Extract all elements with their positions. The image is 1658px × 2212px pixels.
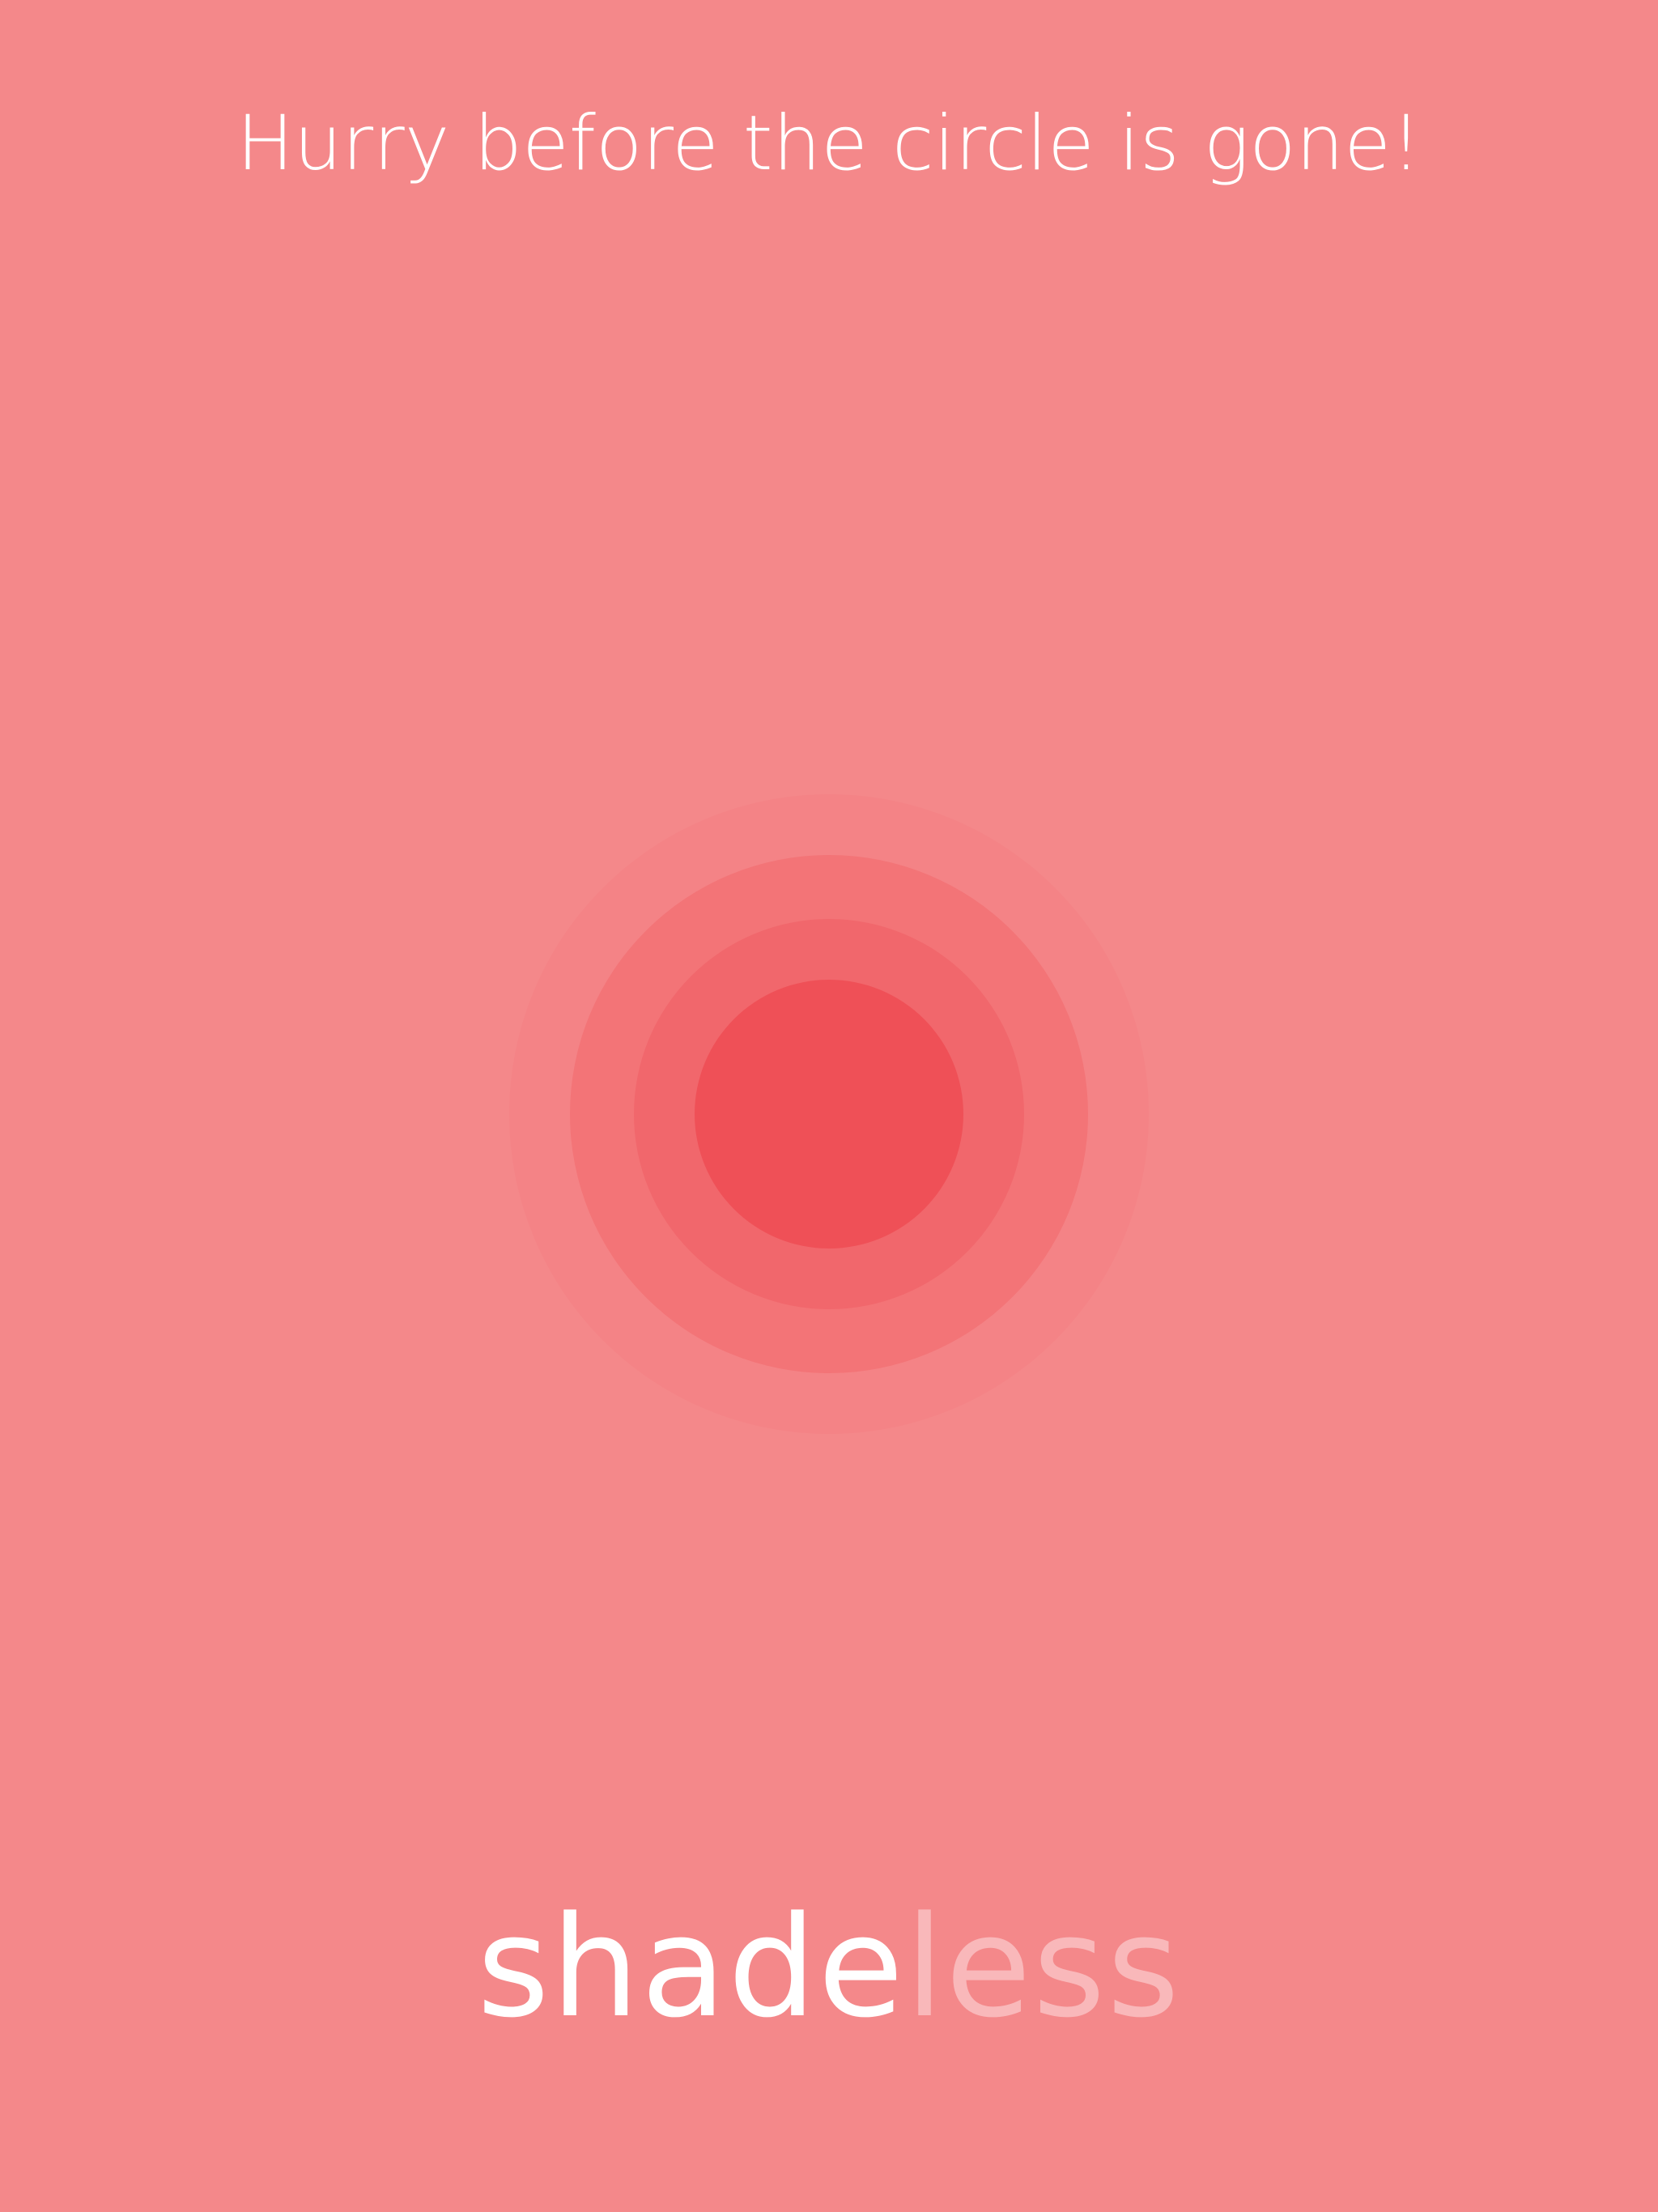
instruction-text: Hurry before the circle is gone! [236, 100, 1422, 188]
game-screen: Hurry before the circle is gone! shadele… [0, 0, 1658, 2212]
logo-part-shade: shade [477, 1886, 906, 2048]
logo-part-less: less [905, 1886, 1181, 2048]
app-logo: shadeless [0, 1887, 1658, 2048]
target-circle[interactable] [695, 980, 963, 1249]
